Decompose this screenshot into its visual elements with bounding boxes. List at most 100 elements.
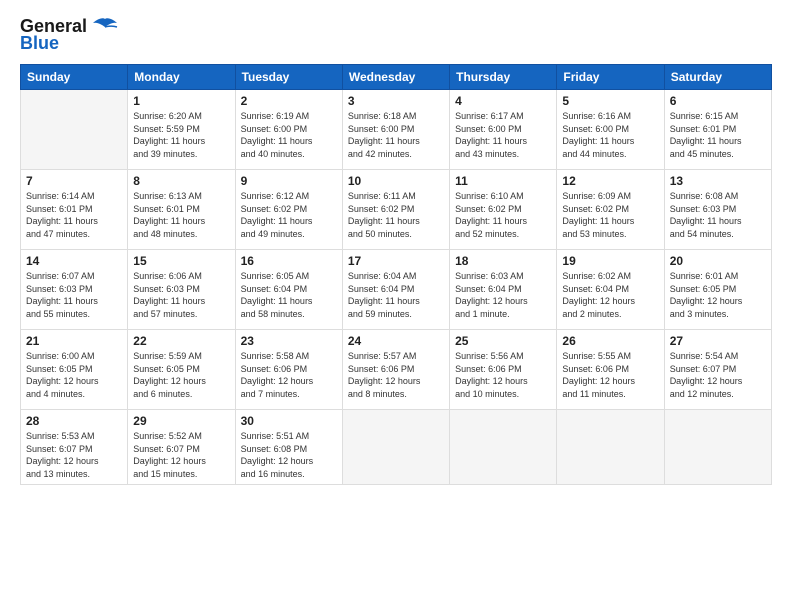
day-number: 25 <box>455 334 551 348</box>
day-number: 28 <box>26 414 122 428</box>
day-info: Sunrise: 6:02 AMSunset: 6:04 PMDaylight:… <box>562 270 658 320</box>
day-number: 5 <box>562 94 658 108</box>
day-info: Sunrise: 6:18 AMSunset: 6:00 PMDaylight:… <box>348 110 444 160</box>
day-number: 20 <box>670 254 766 268</box>
calendar-week-row: 28 Sunrise: 5:53 AMSunset: 6:07 PMDayligh… <box>21 410 772 485</box>
logo-blue-text: Blue <box>20 33 59 54</box>
calendar-week-row: 1 Sunrise: 6:20 AMSunset: 5:59 PMDaylight… <box>21 90 772 170</box>
day-info: Sunrise: 6:03 AMSunset: 6:04 PMDaylight:… <box>455 270 551 320</box>
day-info: Sunrise: 5:53 AMSunset: 6:07 PMDaylight:… <box>26 430 122 480</box>
calendar-cell: 10 Sunrise: 6:11 AMSunset: 6:02 PMDayligh… <box>342 170 449 250</box>
weekday-header-sunday: Sunday <box>21 65 128 90</box>
calendar-cell <box>664 410 771 485</box>
calendar-cell: 2Sunrise: 6:19 AMSunset: 6:00 PMDaylight… <box>235 90 342 170</box>
weekday-header-saturday: Saturday <box>664 65 771 90</box>
calendar-week-row: 21Sunrise: 6:00 AMSunset: 6:05 PMDayligh… <box>21 330 772 410</box>
day-number: 14 <box>26 254 122 268</box>
day-info: Sunrise: 5:52 AMSunset: 6:07 PMDaylight:… <box>133 430 229 480</box>
day-number: 10 <box>348 174 444 188</box>
day-number: 13 <box>670 174 766 188</box>
day-number: 7 <box>26 174 122 188</box>
logo-bird-icon <box>91 17 119 37</box>
calendar-cell: 29Sunrise: 5:52 AMSunset: 6:07 PMDayligh… <box>128 410 235 485</box>
calendar-cell: 11 Sunrise: 6:10 AMSunset: 6:02 PMDayligh… <box>450 170 557 250</box>
day-info: Sunrise: 6:04 AMSunset: 6:04 PMDaylight:… <box>348 270 444 320</box>
calendar-cell <box>342 410 449 485</box>
day-info: Sunrise: 6:14 AMSunset: 6:01 PMDaylight:… <box>26 190 122 240</box>
weekday-header-thursday: Thursday <box>450 65 557 90</box>
day-info: Sunrise: 6:10 AMSunset: 6:02 PMDaylight:… <box>455 190 551 240</box>
header: General Blue <box>20 16 772 54</box>
day-number: 2 <box>241 94 337 108</box>
day-number: 11 <box>455 174 551 188</box>
day-number: 3 <box>348 94 444 108</box>
day-number: 4 <box>455 94 551 108</box>
day-info: Sunrise: 6:01 AMSunset: 6:05 PMDaylight:… <box>670 270 766 320</box>
calendar-cell: 18 Sunrise: 6:03 AMSunset: 6:04 PMDayligh… <box>450 250 557 330</box>
day-info: Sunrise: 6:05 AMSunset: 6:04 PMDaylight:… <box>241 270 337 320</box>
day-info: Sunrise: 5:59 AMSunset: 6:05 PMDaylight:… <box>133 350 229 400</box>
day-number: 18 <box>455 254 551 268</box>
day-info: Sunrise: 6:13 AMSunset: 6:01 PMDaylight:… <box>133 190 229 240</box>
calendar-cell: 15 Sunrise: 6:06 AMSunset: 6:03 PMDayligh… <box>128 250 235 330</box>
day-info: Sunrise: 6:07 AMSunset: 6:03 PMDaylight:… <box>26 270 122 320</box>
calendar-cell: 12 Sunrise: 6:09 AMSunset: 6:02 PMDayligh… <box>557 170 664 250</box>
day-info: Sunrise: 6:12 AMSunset: 6:02 PMDaylight:… <box>241 190 337 240</box>
calendar-cell: 1 Sunrise: 6:20 AMSunset: 5:59 PMDaylight… <box>128 90 235 170</box>
day-info: Sunrise: 6:16 AMSunset: 6:00 PMDaylight:… <box>562 110 658 160</box>
day-info: Sunrise: 6:06 AMSunset: 6:03 PMDaylight:… <box>133 270 229 320</box>
calendar-cell: 14 Sunrise: 6:07 AMSunset: 6:03 PMDayligh… <box>21 250 128 330</box>
day-info: Sunrise: 6:20 AMSunset: 5:59 PMDaylight:… <box>133 110 229 160</box>
day-info: Sunrise: 5:57 AMSunset: 6:06 PMDaylight:… <box>348 350 444 400</box>
calendar-cell: 23Sunrise: 5:58 AMSunset: 6:06 PMDayligh… <box>235 330 342 410</box>
weekday-header-row: SundayMondayTuesdayWednesdayThursdayFrid… <box>21 65 772 90</box>
calendar-cell: 4 Sunrise: 6:17 AMSunset: 6:00 PMDaylight… <box>450 90 557 170</box>
calendar-cell <box>557 410 664 485</box>
calendar-cell: 27 Sunrise: 5:54 AMSunset: 6:07 PMDayligh… <box>664 330 771 410</box>
calendar-cell: 16 Sunrise: 6:05 AMSunset: 6:04 PMDayligh… <box>235 250 342 330</box>
day-number: 6 <box>670 94 766 108</box>
calendar-cell: 17 Sunrise: 6:04 AMSunset: 6:04 PMDayligh… <box>342 250 449 330</box>
day-info: Sunrise: 5:55 AMSunset: 6:06 PMDaylight:… <box>562 350 658 400</box>
day-number: 15 <box>133 254 229 268</box>
day-number: 12 <box>562 174 658 188</box>
calendar-cell: 7 Sunrise: 6:14 AMSunset: 6:01 PMDaylight… <box>21 170 128 250</box>
day-number: 21 <box>26 334 122 348</box>
day-number: 27 <box>670 334 766 348</box>
day-number: 22 <box>133 334 229 348</box>
calendar-cell: 22 Sunrise: 5:59 AMSunset: 6:05 PMDayligh… <box>128 330 235 410</box>
day-info: Sunrise: 6:08 AMSunset: 6:03 PMDaylight:… <box>670 190 766 240</box>
calendar-cell: 25 Sunrise: 5:56 AMSunset: 6:06 PMDayligh… <box>450 330 557 410</box>
logo: General Blue <box>20 16 119 54</box>
day-number: 24 <box>348 334 444 348</box>
calendar-cell <box>21 90 128 170</box>
calendar-cell: 3 Sunrise: 6:18 AMSunset: 6:00 PMDaylight… <box>342 90 449 170</box>
calendar-cell: 5 Sunrise: 6:16 AMSunset: 6:00 PMDaylight… <box>557 90 664 170</box>
day-number: 23 <box>241 334 337 348</box>
day-number: 1 <box>133 94 229 108</box>
day-info: Sunrise: 6:09 AMSunset: 6:02 PMDaylight:… <box>562 190 658 240</box>
weekday-header-friday: Friday <box>557 65 664 90</box>
weekday-header-monday: Monday <box>128 65 235 90</box>
calendar-cell: 20 Sunrise: 6:01 AMSunset: 6:05 PMDayligh… <box>664 250 771 330</box>
day-info: Sunrise: 5:56 AMSunset: 6:06 PMDaylight:… <box>455 350 551 400</box>
calendar-cell: 21Sunrise: 6:00 AMSunset: 6:05 PMDayligh… <box>21 330 128 410</box>
day-number: 30 <box>241 414 337 428</box>
calendar-cell <box>450 410 557 485</box>
page: General Blue SundayMondayTuesdayWednesda… <box>0 0 792 612</box>
calendar-week-row: 7 Sunrise: 6:14 AMSunset: 6:01 PMDaylight… <box>21 170 772 250</box>
calendar-cell: 13 Sunrise: 6:08 AMSunset: 6:03 PMDayligh… <box>664 170 771 250</box>
calendar-cell: 24 Sunrise: 5:57 AMSunset: 6:06 PMDayligh… <box>342 330 449 410</box>
weekday-header-tuesday: Tuesday <box>235 65 342 90</box>
day-number: 9 <box>241 174 337 188</box>
day-info: Sunrise: 6:17 AMSunset: 6:00 PMDaylight:… <box>455 110 551 160</box>
calendar-cell: 26Sunrise: 5:55 AMSunset: 6:06 PMDayligh… <box>557 330 664 410</box>
day-info: Sunrise: 6:11 AMSunset: 6:02 PMDaylight:… <box>348 190 444 240</box>
day-number: 19 <box>562 254 658 268</box>
day-info: Sunrise: 5:54 AMSunset: 6:07 PMDaylight:… <box>670 350 766 400</box>
day-number: 17 <box>348 254 444 268</box>
calendar-cell: 8Sunrise: 6:13 AMSunset: 6:01 PMDaylight… <box>128 170 235 250</box>
day-info: Sunrise: 6:15 AMSunset: 6:01 PMDaylight:… <box>670 110 766 160</box>
calendar-cell: 28 Sunrise: 5:53 AMSunset: 6:07 PMDayligh… <box>21 410 128 485</box>
day-number: 16 <box>241 254 337 268</box>
